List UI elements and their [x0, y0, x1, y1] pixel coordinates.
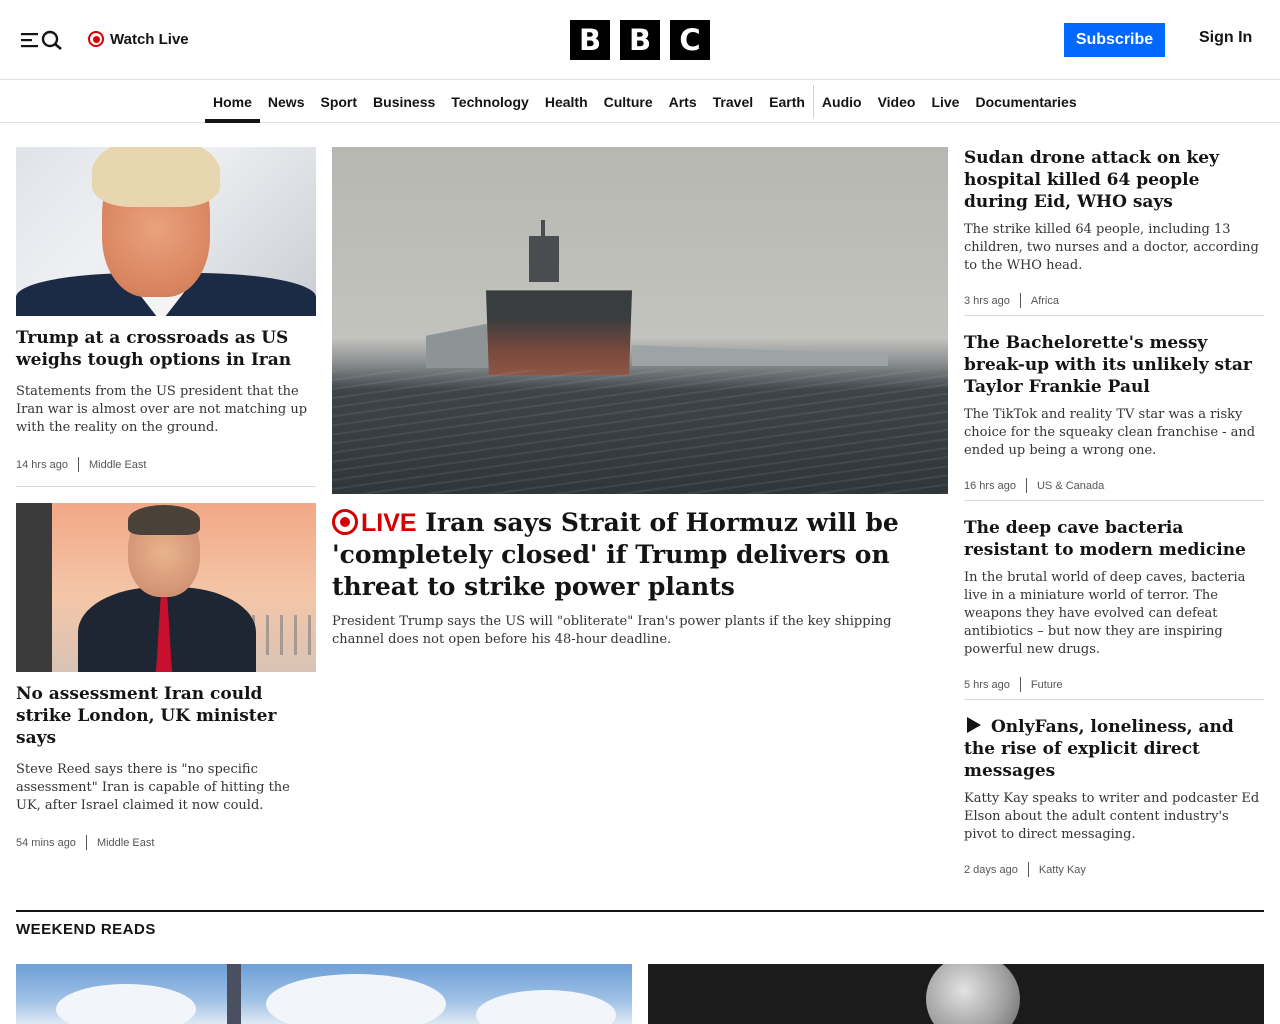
story-meta: 14 hrs ago Middle East	[16, 457, 316, 472]
story-section-link[interactable]: Katty Kay	[1039, 864, 1086, 876]
section-title-weekend-reads: WEEKEND READS	[16, 921, 156, 938]
menu-search-button[interactable]	[21, 29, 63, 51]
nav-item-audio[interactable]: Audio	[814, 81, 870, 122]
main-nav: Home News Sport Business Technology Heal…	[0, 81, 1280, 123]
story-summary: The strike killed 64 people, including 1…	[964, 222, 1259, 273]
story-section-link[interactable]: US & Canada	[1037, 480, 1104, 492]
story-headline[interactable]: No assessment Iran could strike London, …	[16, 683, 316, 749]
section-rule	[16, 910, 1264, 912]
story-headline-text: OnlyFans, loneliness, and the rise of ex…	[964, 717, 1234, 781]
meta-divider	[1027, 862, 1029, 877]
story-headline[interactable]: Trump at a crossroads as US weighs tough…	[16, 327, 316, 371]
site-header: Watch Live B B C Subscribe Sign In	[0, 0, 1280, 80]
story-card-onlyfans[interactable]: OnlyFans, loneliness, and the rise of ex…	[964, 716, 1264, 877]
story-card-cave-bacteria[interactable]: The deep cave bacteria resistant to mode…	[964, 517, 1264, 692]
story-summary: Katty Kay speaks to writer and podcaster…	[964, 791, 1260, 842]
story-card-bachelorette[interactable]: The Bachelorette's messy break-up with i…	[964, 332, 1264, 493]
story-summary: The TikTok and reality TV star was a ris…	[964, 407, 1256, 458]
story-section-link[interactable]: Middle East	[97, 837, 154, 849]
play-icon	[967, 717, 981, 733]
weekend-story-image-2[interactable]	[648, 964, 1264, 1024]
nav-item-business[interactable]: Business	[365, 81, 443, 122]
card-divider	[964, 315, 1264, 316]
story-timestamp: 14 hrs ago	[16, 458, 68, 471]
nav-item-news[interactable]: News	[260, 81, 313, 122]
story-image-reed[interactable]	[16, 503, 316, 672]
hero-image-ship-superstructure	[529, 236, 559, 282]
story-meta: 2 days ago Katty Kay	[964, 862, 1264, 877]
meta-divider	[1019, 293, 1021, 308]
nav-item-live[interactable]: Live	[923, 81, 967, 122]
nav-item-sport[interactable]: Sport	[312, 81, 365, 122]
story-timestamp: 54 mins ago	[16, 836, 76, 849]
hero-summary: President Trump says the US will "oblite…	[332, 614, 892, 647]
menu-icon	[21, 33, 38, 48]
story-summary: In the brutal world of deep caves, bacte…	[964, 570, 1246, 657]
logo-letter-b2: B	[620, 20, 660, 60]
watch-live-link[interactable]: Watch Live	[88, 28, 189, 50]
logo-letter-b1: B	[570, 20, 610, 60]
story-timestamp: 3 hrs ago	[964, 294, 1010, 307]
story-meta: 3 hrs ago Africa	[964, 293, 1264, 308]
hero-headline-text: Iran says Strait of Hormuz will be 'comp…	[332, 508, 899, 601]
meta-divider	[85, 835, 87, 850]
hero-image-water	[332, 370, 948, 494]
bbc-logo[interactable]: B B C	[570, 20, 710, 60]
nav-item-arts[interactable]: Arts	[661, 81, 705, 122]
nav-item-earth[interactable]: Earth	[761, 81, 813, 122]
story-headline[interactable]: The deep cave bacteria resistant to mode…	[964, 517, 1264, 561]
story-meta: 54 mins ago Middle East	[16, 835, 316, 850]
story-section-link[interactable]: Africa	[1031, 295, 1059, 307]
card-divider	[16, 486, 316, 487]
story-timestamp: 16 hrs ago	[964, 479, 1016, 492]
live-icon	[88, 31, 104, 47]
nav-item-culture[interactable]: Culture	[596, 81, 661, 122]
story-section-link[interactable]: Future	[1031, 679, 1063, 691]
nav-item-video[interactable]: Video	[870, 81, 924, 122]
sign-in-link[interactable]: Sign In	[1199, 29, 1252, 47]
meta-divider	[1025, 478, 1027, 493]
weekend-story-image-1[interactable]	[16, 964, 632, 1024]
meta-divider	[1019, 677, 1021, 692]
story-card-sudan[interactable]: Sudan drone attack on key hospital kille…	[964, 147, 1264, 308]
meta-divider	[77, 457, 79, 472]
watch-live-label: Watch Live	[110, 30, 189, 48]
story-card-reed[interactable]: No assessment Iran could strike London, …	[16, 503, 316, 850]
story-timestamp: 2 days ago	[964, 863, 1018, 876]
nav-item-health[interactable]: Health	[537, 81, 596, 122]
subscribe-button[interactable]: Subscribe	[1064, 23, 1165, 57]
story-headline[interactable]: OnlyFans, loneliness, and the rise of ex…	[964, 716, 1264, 782]
hero-image-ship-hull	[486, 290, 632, 375]
story-image-trump[interactable]	[16, 147, 316, 316]
nav-item-home[interactable]: Home	[205, 81, 260, 123]
story-card-trump[interactable]: Trump at a crossroads as US weighs tough…	[16, 147, 316, 472]
story-summary: Statements from the US president that th…	[16, 384, 308, 435]
story-headline[interactable]: Sudan drone attack on key hospital kille…	[964, 147, 1264, 213]
hero-headline[interactable]: LIVE Iran says Strait of Hormuz will be …	[332, 507, 948, 603]
live-label: LIVE	[361, 509, 417, 537]
story-headline[interactable]: The Bachelorette's messy break-up with i…	[964, 332, 1264, 398]
card-divider	[964, 500, 1264, 501]
live-icon	[332, 509, 358, 535]
story-meta: 16 hrs ago US & Canada	[964, 478, 1264, 493]
logo-letter-c: C	[670, 20, 710, 60]
story-summary: Steve Reed says there is "no specific as…	[16, 762, 290, 813]
story-section-link[interactable]: Middle East	[89, 459, 146, 471]
nav-item-documentaries[interactable]: Documentaries	[967, 81, 1084, 122]
search-icon	[41, 30, 62, 50]
nav-item-technology[interactable]: Technology	[443, 81, 537, 122]
card-divider	[964, 699, 1264, 700]
story-meta: 5 hrs ago Future	[964, 677, 1264, 692]
story-timestamp: 5 hrs ago	[964, 678, 1010, 691]
nav-item-travel[interactable]: Travel	[705, 81, 761, 122]
